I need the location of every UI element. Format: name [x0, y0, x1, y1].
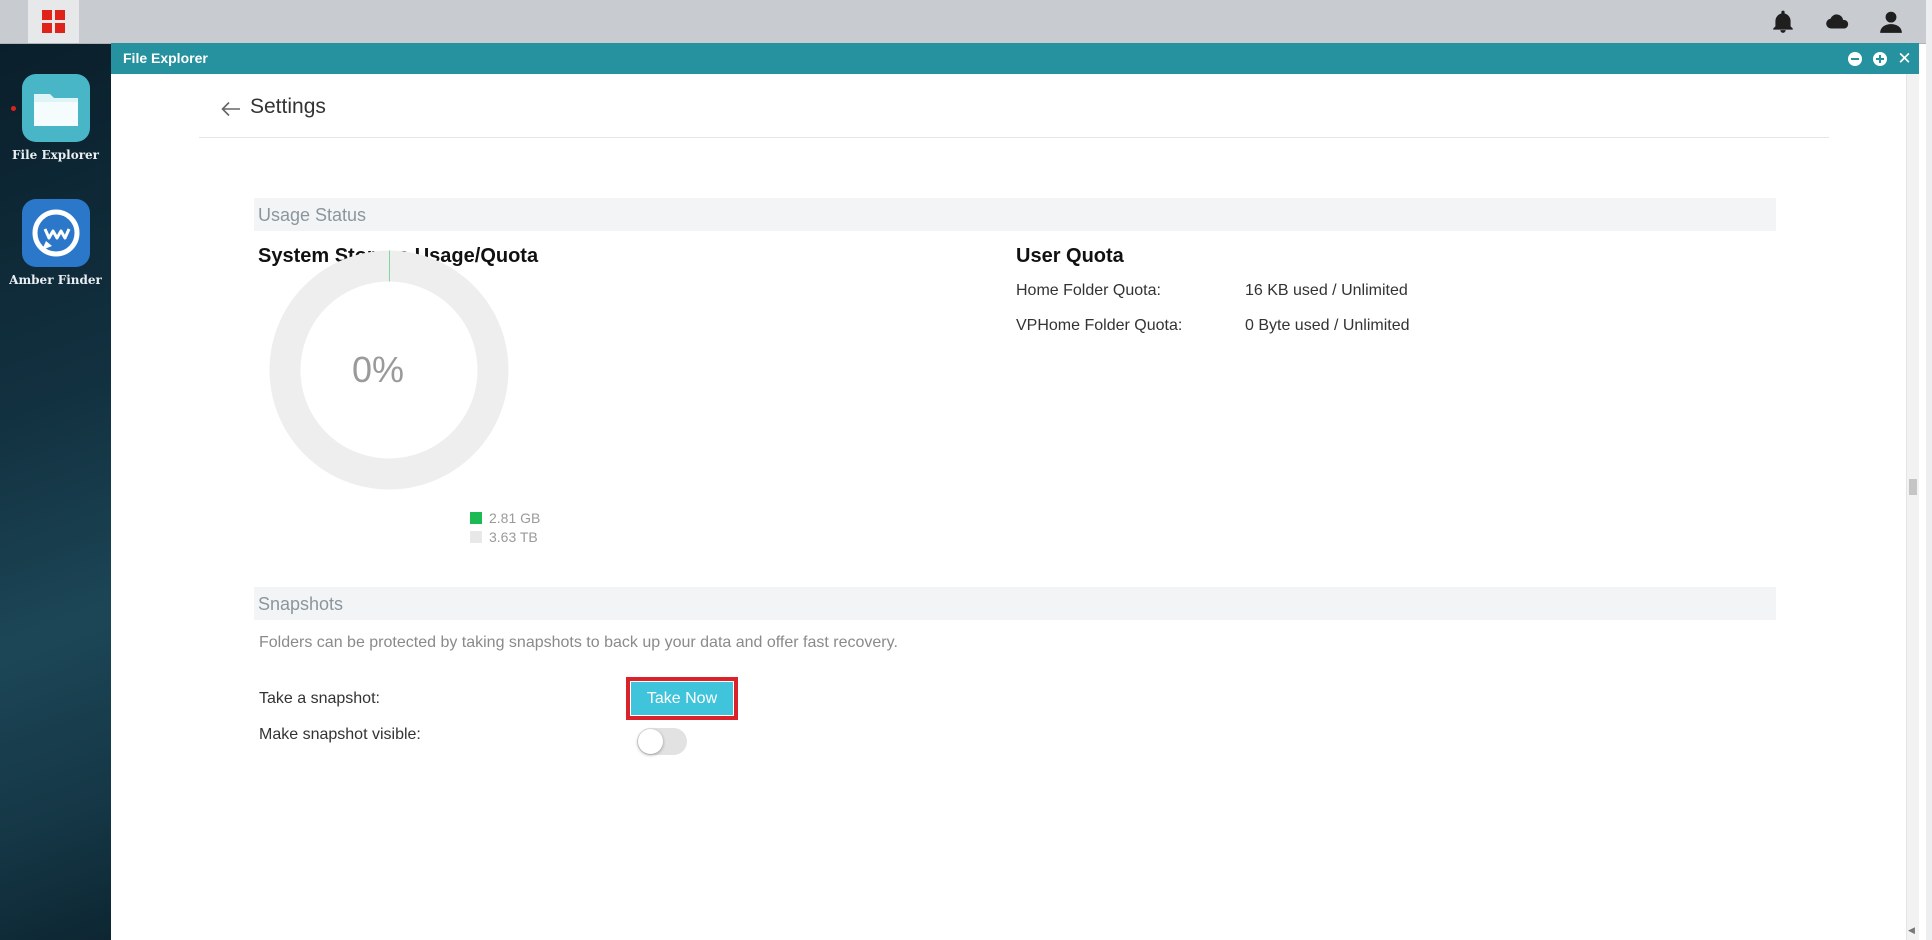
- minimize-button[interactable]: [1846, 50, 1863, 67]
- window-titlebar[interactable]: File Explorer ✕: [111, 43, 1919, 74]
- home-quota-value: 16 KB used / Unlimited: [1245, 282, 1408, 299]
- maximize-icon: [1872, 51, 1887, 66]
- system-taskbar: [0, 0, 1932, 44]
- bell-icon: [1773, 10, 1793, 33]
- page-title: Settings: [250, 95, 326, 118]
- make-snapshot-visible-label: Make snapshot visible:: [259, 726, 421, 743]
- scrollbar-thumb[interactable]: [1909, 479, 1917, 495]
- section-title: Snapshots: [258, 594, 344, 614]
- desktop-app-file-explorer[interactable]: File Explorer: [0, 74, 111, 162]
- legend-swatch-used: [470, 512, 482, 524]
- desktop-app-amber-finder[interactable]: Amber Finder: [0, 199, 111, 287]
- file-explorer-window: File Explorer ✕ Settings Usage Status Sy…: [111, 43, 1919, 940]
- take-now-button[interactable]: Take Now: [631, 682, 733, 715]
- cloud-button[interactable]: [1810, 0, 1864, 43]
- take-snapshot-label: Take a snapshot:: [259, 690, 380, 707]
- legend-total: 3.63 TB: [470, 529, 538, 545]
- storage-usage-percent: 0%: [351, 349, 405, 390]
- scroll-down-arrow-icon[interactable]: ◀: [1908, 925, 1915, 936]
- close-button[interactable]: ✕: [1896, 50, 1913, 67]
- section-title: Usage Status: [258, 205, 367, 225]
- user-menu-button[interactable]: [1864, 0, 1918, 43]
- window-scrollbar[interactable]: ◀: [1906, 74, 1919, 940]
- usage-status-section-header: Usage Status: [254, 198, 1776, 231]
- user-icon: [1880, 11, 1902, 33]
- folder-icon: [21, 74, 90, 142]
- desktop: File Explorer Amber Finder: [0, 44, 111, 940]
- desktop-app-label: Amber Finder: [9, 273, 102, 287]
- snapshots-section-header: Snapshots: [254, 587, 1776, 620]
- legend-swatch-total: [470, 531, 482, 543]
- settings-panel: Settings Usage Status System Storage Usa…: [111, 74, 1906, 940]
- back-arrow-icon[interactable]: [221, 101, 241, 117]
- vphome-quota-label: VPHome Folder Quota:: [1016, 317, 1183, 334]
- notifications-button[interactable]: [1756, 0, 1810, 43]
- desktop-app-label: File Explorer: [12, 148, 99, 162]
- legend-label: 3.63 TB: [489, 529, 538, 545]
- amber-finder-icon: [21, 199, 90, 267]
- start-menu-button[interactable]: [28, 0, 79, 43]
- cloud-icon: [1826, 13, 1849, 28]
- legend-used: 2.81 GB: [470, 510, 540, 526]
- home-quota-label: Home Folder Quota:: [1016, 282, 1161, 299]
- window-title: File Explorer: [123, 50, 208, 66]
- toggle-knob: [638, 729, 663, 754]
- user-quota-title: User Quota: [1016, 245, 1124, 267]
- screen-edge: [1926, 0, 1932, 940]
- settings-header: Settings: [199, 74, 1829, 138]
- vphome-quota-value: 0 Byte used / Unlimited: [1245, 317, 1410, 334]
- snapshots-description: Folders can be protected by taking snaps…: [259, 634, 898, 651]
- close-icon: ✕: [1897, 49, 1912, 68]
- minimize-icon: [1847, 51, 1862, 66]
- take-now-highlight: Take Now: [626, 677, 738, 720]
- start-menu-icon: [42, 10, 65, 33]
- maximize-button[interactable]: [1871, 50, 1888, 67]
- make-snapshot-visible-toggle[interactable]: [637, 728, 687, 755]
- legend-label: 2.81 GB: [489, 510, 541, 526]
